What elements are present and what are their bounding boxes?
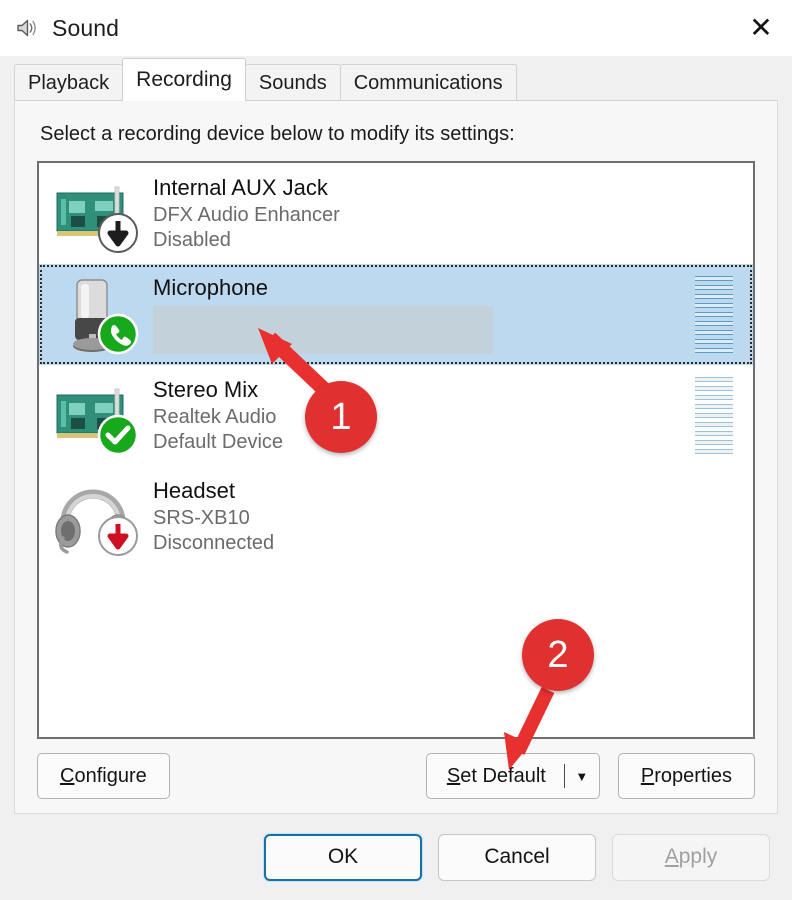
device-text-headset: Headset SRS-XB10 Disconnected [153, 478, 747, 556]
meter-segment [695, 339, 733, 344]
device-row-microphone[interactable]: Microphone [39, 264, 753, 365]
disabled-down-arrow-icon [96, 211, 140, 255]
device-text-microphone: Microphone [153, 275, 695, 354]
properties-button[interactable]: Properties [617, 753, 755, 799]
meter-segment [695, 395, 733, 400]
sound-speaker-icon [14, 15, 40, 41]
tab-playback-label: Playback [28, 71, 110, 94]
meter-segment [695, 431, 733, 436]
meter-segment [695, 285, 733, 290]
configure-button[interactable]: Configure [37, 753, 170, 799]
set-default-split-button[interactable]: Set Default ▼ [425, 753, 600, 799]
device-subtitle: DFX Audio Enhancer [153, 203, 340, 226]
default-communications-phone-icon [96, 312, 140, 356]
apply-button-accel: A [664, 845, 679, 868]
page-prompt: Select a recording device below to modif… [40, 123, 515, 145]
sound-card-icon [51, 171, 143, 257]
ok-button-label: OK [327, 845, 359, 868]
device-status: Default Device [153, 430, 284, 453]
set-default-button[interactable]: Set Default [427, 754, 564, 798]
meter-segment [695, 348, 733, 353]
meter-segment [695, 312, 733, 317]
meter-segment [695, 386, 733, 391]
headset-icon [51, 474, 143, 560]
tab-sounds-label: Sounds [258, 71, 327, 94]
tab-communications[interactable]: Communications [339, 64, 517, 101]
tab-recording[interactable]: Recording [122, 58, 246, 101]
device-name: Stereo Mix [153, 376, 259, 402]
meter-segment [695, 294, 733, 299]
device-text-stereo-mix: Stereo Mix Realtek Audio Default Device [153, 377, 695, 455]
device-row-internal-aux-jack[interactable]: Internal AUX Jack DFX Audio Enhancer Dis… [39, 163, 753, 264]
volume-meter-microphone [695, 272, 733, 358]
tab-playback[interactable]: Playback [14, 64, 124, 101]
disconnected-red-down-arrow-icon [96, 514, 140, 558]
apply-button: Apply [612, 833, 770, 881]
device-name: Internal AUX Jack [153, 174, 328, 200]
meter-segment [695, 422, 733, 427]
set-default-label: et Default [460, 764, 546, 787]
redacted-subtitle-overlay [153, 305, 493, 354]
chevron-down-icon[interactable]: ▼ [565, 754, 599, 798]
configure-button-accel: C [60, 764, 75, 787]
volume-meter-stereo-mix [695, 373, 733, 459]
title-bar: Sound ✕ [0, 0, 792, 56]
device-text-internal-aux-jack: Internal AUX Jack DFX Audio Enhancer Dis… [153, 175, 747, 253]
annotation-marker-1: 1 [305, 381, 377, 453]
recording-tab-page: Select a recording device below to modif… [14, 101, 778, 814]
device-subtitle: SRS-XB10 [153, 506, 250, 529]
tab-strip: Playback Recording Sounds Communications [0, 56, 792, 101]
apply-button-label: pply [678, 845, 718, 868]
ok-button[interactable]: OK [264, 833, 422, 881]
device-name: Headset [153, 477, 235, 503]
device-subtitle: Realtek Audio [153, 405, 277, 428]
meter-segment [695, 413, 733, 418]
configure-button-label: onfigure [74, 764, 147, 787]
cancel-button-label: Cancel [484, 845, 550, 868]
meter-segment [695, 377, 733, 382]
tab-sounds[interactable]: Sounds [244, 64, 341, 101]
properties-button-label: roperties [654, 764, 732, 787]
meter-segment [695, 404, 733, 409]
sound-dialog: Sound ✕ Playback Recording Sounds Commun… [0, 0, 792, 900]
desktop-microphone-icon [51, 272, 143, 358]
close-button[interactable]: ✕ [730, 0, 792, 56]
default-device-check-icon [96, 413, 140, 457]
tab-recording-label: Recording [136, 68, 232, 91]
recording-device-list[interactable]: Internal AUX Jack DFX Audio Enhancer Dis… [37, 161, 755, 739]
close-icon: ✕ [749, 11, 773, 44]
annotation-marker-2: 2 [522, 619, 594, 691]
device-row-stereo-mix[interactable]: Stereo Mix Realtek Audio Default Device [39, 365, 753, 466]
meter-segment [695, 440, 733, 445]
cancel-button[interactable]: Cancel [438, 833, 596, 881]
set-default-accel: S [446, 764, 461, 787]
meter-segment [695, 449, 733, 454]
window-title: Sound [52, 14, 120, 41]
device-name: Microphone [153, 275, 268, 301]
properties-button-accel: P [640, 764, 655, 787]
meter-segment [695, 330, 733, 335]
meter-segment [695, 321, 733, 326]
tab-communications-label: Communications [353, 71, 503, 94]
device-status: Disabled [153, 228, 231, 251]
sound-card-icon [51, 373, 143, 459]
dialog-footer: OK Cancel Apply [0, 814, 792, 900]
meter-segment [695, 303, 733, 308]
meter-segment [695, 276, 733, 281]
device-row-headset[interactable]: Headset SRS-XB10 Disconnected [39, 466, 753, 567]
device-action-row: Configure Set Default ▼ Properties [37, 739, 755, 813]
device-status: Disconnected [153, 531, 275, 554]
